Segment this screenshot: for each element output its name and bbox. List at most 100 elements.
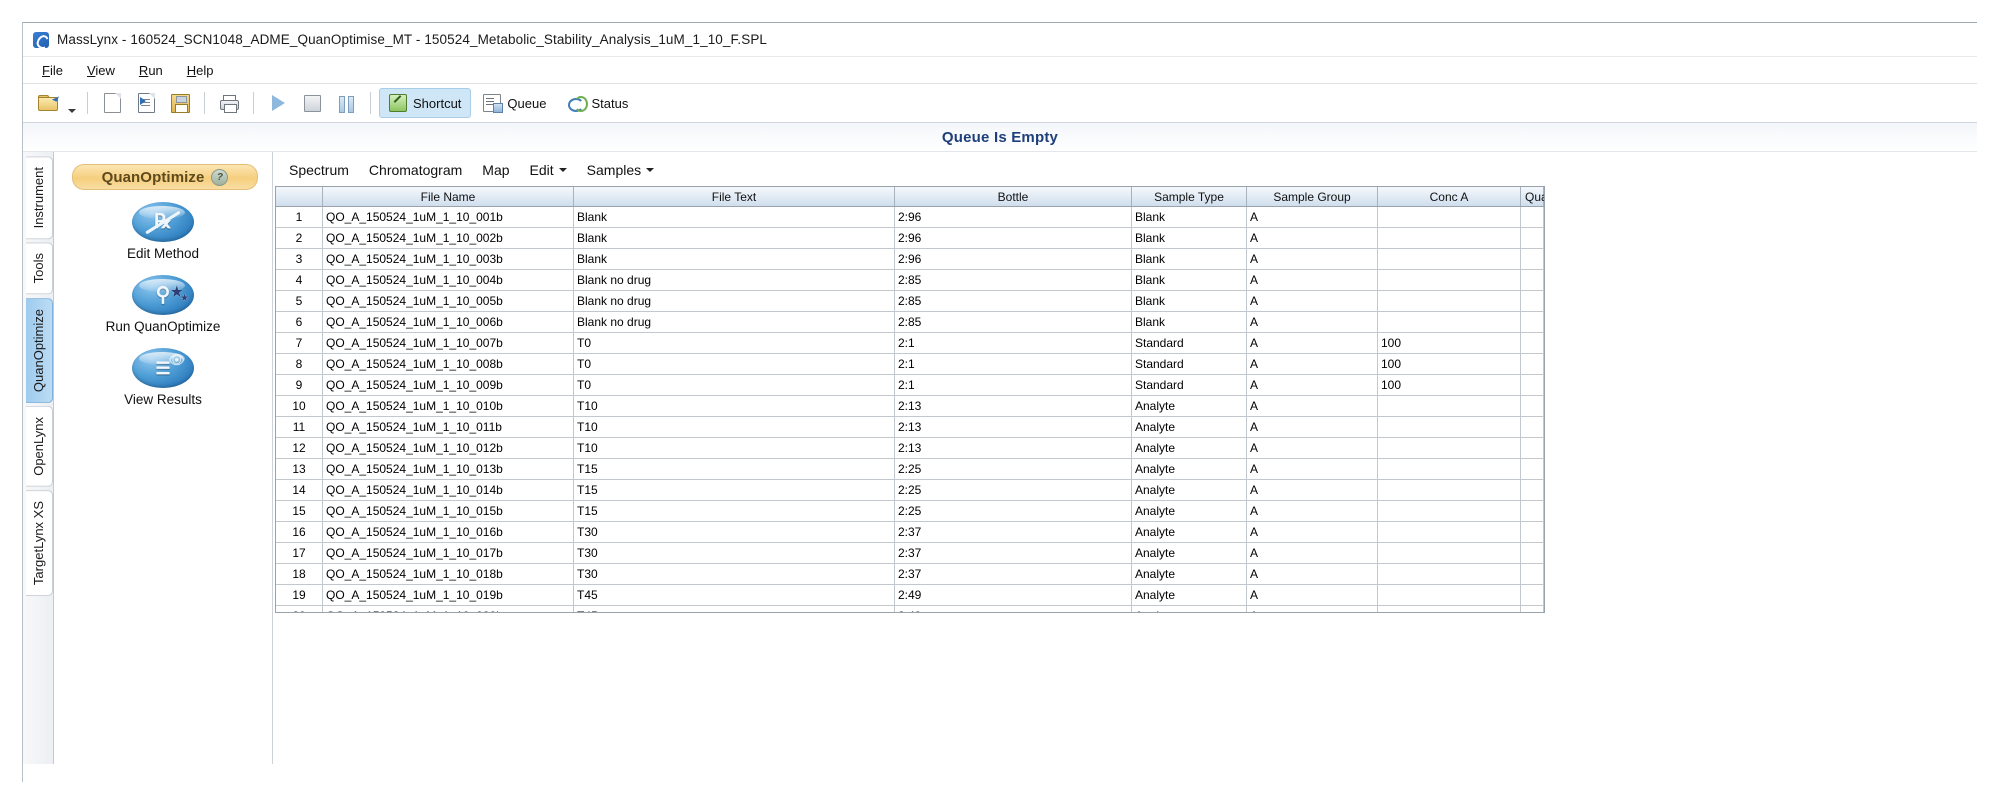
row-number-cell[interactable]: 3 — [276, 249, 323, 270]
row-number-cell[interactable]: 13 — [276, 459, 323, 480]
table-cell[interactable]: QO_A_150524_1uM_1_10_005b — [323, 291, 574, 312]
table-cell[interactable]: A — [1247, 459, 1378, 480]
table-cell[interactable]: A — [1247, 585, 1378, 606]
table-cell[interactable] — [1378, 207, 1521, 228]
table-cell[interactable] — [1378, 291, 1521, 312]
table-cell[interactable]: Blank — [574, 207, 895, 228]
table-cell[interactable]: A — [1247, 228, 1378, 249]
table-cell[interactable]: 2:1 — [895, 375, 1132, 396]
table-cell[interactable] — [1521, 291, 1544, 312]
table-cell[interactable]: Analyte — [1132, 459, 1247, 480]
table-cell[interactable] — [1378, 312, 1521, 333]
table-cell[interactable]: Blank — [1132, 228, 1247, 249]
table-cell[interactable]: Analyte — [1132, 438, 1247, 459]
table-row[interactable]: 8QO_A_150524_1uM_1_10_008bT02:1StandardA… — [276, 354, 1544, 375]
table-cell[interactable]: QO_A_150524_1uM_1_10_015b — [323, 501, 574, 522]
table-cell[interactable] — [1521, 417, 1544, 438]
command-samples[interactable]: Samples — [577, 159, 664, 181]
table-cell[interactable]: QO_A_150524_1uM_1_10_004b — [323, 270, 574, 291]
table-row[interactable]: 7QO_A_150524_1uM_1_10_007bT02:1StandardA… — [276, 333, 1544, 354]
row-number-cell[interactable]: 4 — [276, 270, 323, 291]
table-cell[interactable]: T45 — [574, 606, 895, 614]
table-cell[interactable]: QO_A_150524_1uM_1_10_001b — [323, 207, 574, 228]
table-cell[interactable]: Blank — [1132, 312, 1247, 333]
table-cell[interactable]: A — [1247, 312, 1378, 333]
row-number-cell[interactable]: 17 — [276, 543, 323, 564]
table-cell[interactable] — [1521, 459, 1544, 480]
table-cell[interactable]: QO_A_150524_1uM_1_10_013b — [323, 459, 574, 480]
table-cell[interactable] — [1521, 375, 1544, 396]
table-cell[interactable]: A — [1247, 522, 1378, 543]
table-cell[interactable]: T0 — [574, 375, 895, 396]
table-cell[interactable]: Analyte — [1132, 543, 1247, 564]
table-cell[interactable]: Blank — [574, 249, 895, 270]
table-cell[interactable]: 100 — [1378, 375, 1521, 396]
shortcut-button[interactable]: Shortcut — [379, 88, 471, 118]
table-cell[interactable] — [1521, 333, 1544, 354]
table-cell[interactable] — [1521, 480, 1544, 501]
table-cell[interactable] — [1521, 564, 1544, 585]
table-cell[interactable]: 2:25 — [895, 459, 1132, 480]
menu-view[interactable]: View — [76, 60, 126, 81]
help-icon[interactable]: ? — [211, 169, 228, 186]
row-number-cell[interactable]: 18 — [276, 564, 323, 585]
table-cell[interactable]: 2:13 — [895, 396, 1132, 417]
table-cell[interactable]: 2:1 — [895, 333, 1132, 354]
table-cell[interactable] — [1521, 585, 1544, 606]
row-number-cell[interactable]: 8 — [276, 354, 323, 375]
print-button[interactable] — [213, 88, 245, 118]
stop-run-button[interactable] — [296, 88, 328, 118]
table-cell[interactable]: Analyte — [1132, 585, 1247, 606]
table-cell[interactable]: 2:96 — [895, 207, 1132, 228]
command-edit[interactable]: Edit — [520, 159, 577, 181]
new-file-button[interactable] — [96, 88, 128, 118]
table-cell[interactable]: A — [1247, 564, 1378, 585]
table-cell[interactable]: 2:13 — [895, 417, 1132, 438]
table-row[interactable]: 12QO_A_150524_1uM_1_10_012bT102:13Analyt… — [276, 438, 1544, 459]
table-cell[interactable] — [1378, 501, 1521, 522]
column-header-quan-ref[interactable]: Quan Ref — [1521, 187, 1544, 207]
table-cell[interactable] — [1378, 564, 1521, 585]
column-header-sample-type[interactable]: Sample Type — [1132, 187, 1247, 207]
row-number-cell[interactable]: 11 — [276, 417, 323, 438]
table-cell[interactable] — [1378, 522, 1521, 543]
table-cell[interactable]: QO_A_150524_1uM_1_10_009b — [323, 375, 574, 396]
table-row[interactable]: 9QO_A_150524_1uM_1_10_009bT02:1StandardA… — [276, 375, 1544, 396]
table-cell[interactable] — [1378, 438, 1521, 459]
table-cell[interactable] — [1378, 543, 1521, 564]
row-number-cell[interactable]: 10 — [276, 396, 323, 417]
table-cell[interactable] — [1521, 396, 1544, 417]
table-cell[interactable]: 2:85 — [895, 312, 1132, 333]
table-cell[interactable]: A — [1247, 480, 1378, 501]
table-cell[interactable]: QO_A_150524_1uM_1_10_003b — [323, 249, 574, 270]
row-number-cell[interactable]: 1 — [276, 207, 323, 228]
table-cell[interactable]: A — [1247, 417, 1378, 438]
table-row[interactable]: 10QO_A_150524_1uM_1_10_010bT102:13Analyt… — [276, 396, 1544, 417]
menu-run[interactable]: Run — [128, 60, 174, 81]
table-cell[interactable]: A — [1247, 606, 1378, 614]
table-cell[interactable]: A — [1247, 249, 1378, 270]
table-row[interactable]: 11QO_A_150524_1uM_1_10_011bT102:13Analyt… — [276, 417, 1544, 438]
table-cell[interactable]: QO_A_150524_1uM_1_10_002b — [323, 228, 574, 249]
table-cell[interactable]: Blank — [1132, 207, 1247, 228]
view-results-button[interactable]: ☰ 👁 View Results — [54, 348, 272, 407]
table-cell[interactable] — [1378, 270, 1521, 291]
table-row[interactable]: 14QO_A_150524_1uM_1_10_014bT152:25Analyt… — [276, 480, 1544, 501]
table-cell[interactable]: 2:49 — [895, 606, 1132, 614]
sidebar-tab-instrument[interactable]: Instrument — [26, 156, 53, 239]
command-spectrum[interactable]: Spectrum — [279, 159, 359, 181]
table-cell[interactable] — [1521, 438, 1544, 459]
table-cell[interactable] — [1521, 249, 1544, 270]
table-cell[interactable]: Standard — [1132, 354, 1247, 375]
table-cell[interactable] — [1521, 312, 1544, 333]
pause-run-button[interactable] — [330, 88, 362, 118]
table-cell[interactable]: A — [1247, 291, 1378, 312]
queue-button[interactable]: Queue — [473, 88, 556, 118]
table-row[interactable]: 20QO_A_150524_1uM_1_10_020bT452:49Analyt… — [276, 606, 1544, 614]
table-cell[interactable]: QO_A_150524_1uM_1_10_014b — [323, 480, 574, 501]
command-map[interactable]: Map — [472, 159, 519, 181]
table-cell[interactable]: 2:25 — [895, 480, 1132, 501]
table-cell[interactable]: 2:37 — [895, 543, 1132, 564]
table-cell[interactable]: 2:13 — [895, 438, 1132, 459]
table-row[interactable]: 18QO_A_150524_1uM_1_10_018bT302:37Analyt… — [276, 564, 1544, 585]
